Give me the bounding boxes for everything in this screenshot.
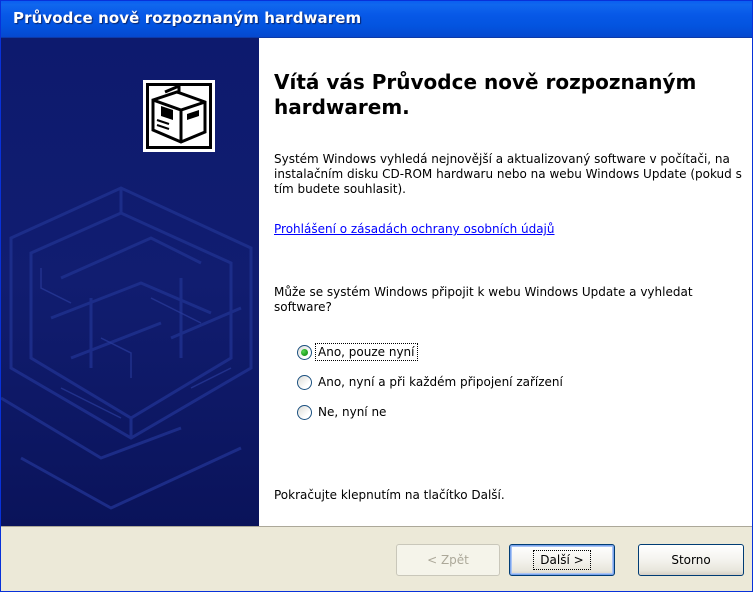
option-label: Ano, pouze nyní <box>315 343 418 361</box>
side-panel-artwork <box>1 38 259 526</box>
back-button[interactable]: < Zpět <box>396 544 500 576</box>
intro-text: Systém Windows vyhledá nejnovější a aktu… <box>274 152 742 196</box>
button-bar: < Zpět Další > Storno <box>1 526 752 591</box>
title-bar[interactable]: Průvodce nově rozpoznaným hardwarem <box>1 1 752 38</box>
privacy-statement-link[interactable]: Prohlášení o zásadách ochrany osobních ú… <box>274 222 744 237</box>
option-no[interactable]: Ne, nyní ne <box>297 400 737 424</box>
wizard-heading: Vítá vás Průvodce nově rozpoznaným hardw… <box>274 70 697 119</box>
radio-unchecked-icon[interactable] <box>297 404 312 420</box>
window-title: Průvodce nově rozpoznaným hardwarem <box>13 9 362 27</box>
wizard-side-panel <box>1 38 259 526</box>
option-label: Ne, nyní ne <box>318 405 387 419</box>
hardware-icon <box>143 80 215 152</box>
update-question: Může se systém Windows připojit k webu W… <box>274 285 693 314</box>
radio-unchecked-icon[interactable] <box>297 374 312 390</box>
radio-checked-icon[interactable] <box>297 344 312 360</box>
next-button-label: Další > <box>533 550 591 570</box>
cancel-button[interactable]: Storno <box>638 544 744 576</box>
next-button[interactable]: Další > <box>509 544 615 576</box>
option-yes-this-time[interactable]: Ano, pouze nyní <box>297 340 737 364</box>
update-options: Ano, pouze nyní Ano, nyní a při každém p… <box>297 340 737 430</box>
continue-instruction: Pokračujte klepnutím na tlačítko Další. <box>274 488 505 502</box>
wizard-content: Vítá vás Průvodce nově rozpoznaným hardw… <box>259 38 752 526</box>
wizard-window: Průvodce nově rozpoznaným hardwarem Vítá… <box>0 0 753 592</box>
option-yes-always[interactable]: Ano, nyní a při každém připojení zařízen… <box>297 370 737 394</box>
option-label: Ano, nyní a při každém připojení zařízen… <box>318 375 563 389</box>
